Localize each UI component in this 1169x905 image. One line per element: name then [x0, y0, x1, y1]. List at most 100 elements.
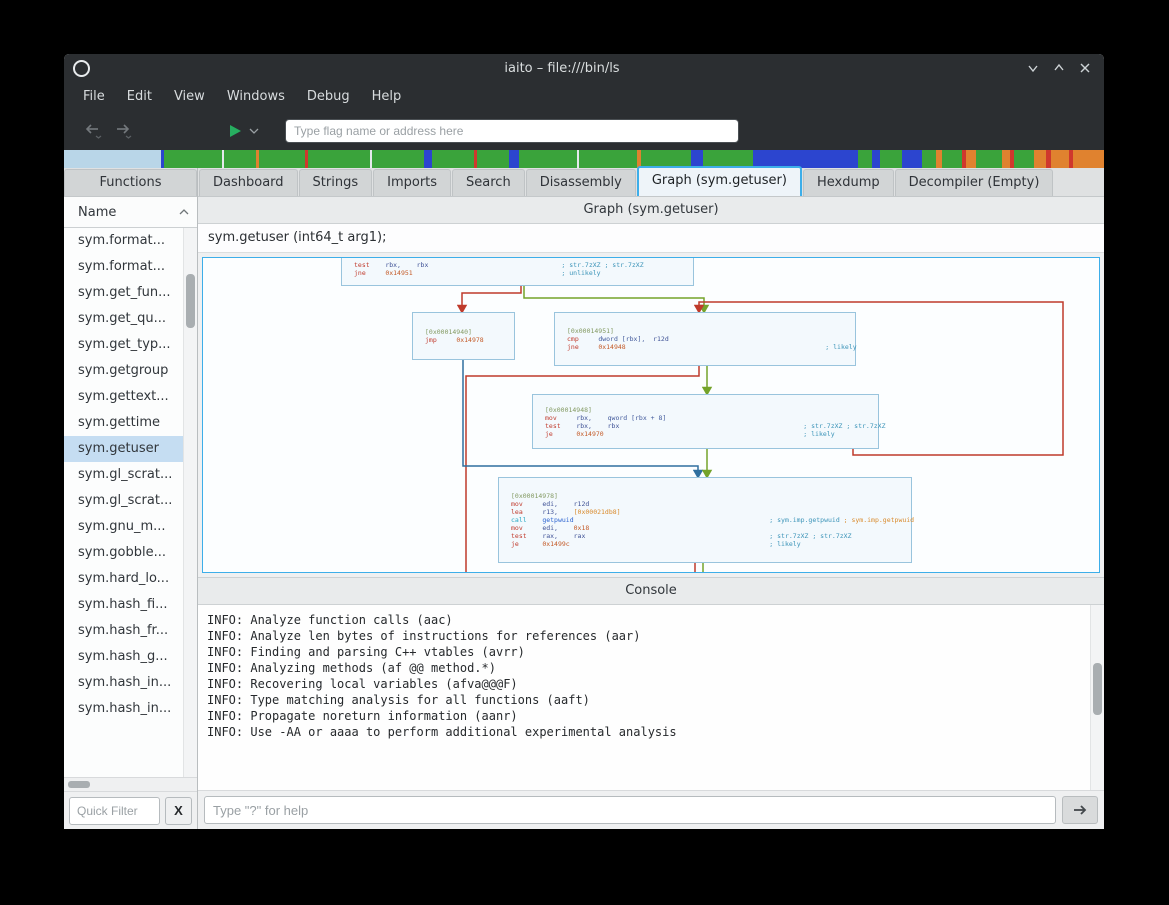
disasm-line: test rax, rax ; str.7zXZ ; str.7zXZ	[511, 532, 899, 540]
window-controls	[1026, 61, 1092, 75]
function-list-item[interactable]: sym.hash_fr...	[64, 618, 184, 644]
function-list-item[interactable]: sym.get_typ...	[64, 332, 184, 358]
seek-segment	[1014, 150, 1034, 168]
seek-segment	[164, 150, 222, 168]
seek-segment	[308, 150, 370, 168]
tab-hexdump[interactable]: Hexdump	[803, 169, 894, 196]
app-icon	[73, 60, 90, 77]
seek-segment	[1073, 150, 1104, 168]
disasm-line: mov rbx, qword [rbx + 8]	[545, 414, 866, 422]
tab-dashboard[interactable]: Dashboard	[199, 169, 298, 196]
tab-functions[interactable]: Functions	[64, 169, 197, 196]
function-list-item[interactable]: sym.gettime	[64, 410, 184, 436]
functions-name-header[interactable]: Name	[64, 197, 197, 228]
console-line: INFO: Use -AA or aaaa to perform additio…	[207, 724, 1084, 740]
console-submit-button[interactable]	[1062, 796, 1098, 824]
functions-hscrollbar-thumb[interactable]	[68, 781, 90, 788]
seek-bar[interactable]	[64, 150, 1104, 168]
function-list-item[interactable]: sym.hash_g...	[64, 644, 184, 670]
block-address: [0x00014951]	[567, 327, 614, 335]
clear-filter-button[interactable]: X	[165, 797, 192, 825]
console-input-row	[198, 791, 1104, 829]
disasm-line: test rbx, rbx ; str.7zXZ ; str.7zXZ	[545, 422, 866, 430]
minimize-button[interactable]	[1026, 61, 1040, 75]
function-list: sym.format...sym.format...sym.get_fun...…	[64, 228, 197, 777]
seek-segment	[1034, 150, 1046, 168]
debug-dropdown-chevron-icon[interactable]	[249, 127, 259, 135]
graph-block-1[interactable]: [0x00014940]jmp 0x14978	[412, 312, 515, 360]
seek-segment	[880, 150, 902, 168]
console-line: INFO: Type matching analysis for all fun…	[207, 692, 1084, 708]
back-button[interactable]	[80, 119, 106, 143]
console-scrollbar-thumb[interactable]	[1093, 663, 1102, 715]
window-title: iaito – file:///bin/ls	[98, 61, 1026, 76]
maximize-button[interactable]	[1052, 61, 1066, 75]
function-list-item[interactable]: sym.hash_in...	[64, 696, 184, 722]
menu-view[interactable]: View	[163, 82, 216, 112]
seek-segment	[976, 150, 1002, 168]
tab-imports[interactable]: Imports	[373, 169, 451, 196]
disasm-line: cmp dword [rbx], r12d	[567, 335, 843, 343]
seek-segment	[519, 150, 577, 168]
seek-segment	[424, 150, 432, 168]
function-list-item[interactable]: sym.hash_in...	[64, 670, 184, 696]
tab-decompiler-empty[interactable]: Decompiler (Empty)	[895, 169, 1054, 196]
console-line: INFO: Finding and parsing C++ vtables (a…	[207, 644, 1084, 660]
close-button[interactable]	[1078, 61, 1092, 75]
console-panel-header: Console	[198, 577, 1104, 605]
menu-edit[interactable]: Edit	[116, 82, 163, 112]
continue-button[interactable]	[228, 123, 243, 139]
function-list-item[interactable]: sym.get_fun...	[64, 280, 184, 306]
menu-file[interactable]: File	[72, 82, 116, 112]
function-list-item[interactable]: sym.format...	[64, 228, 184, 254]
main-tabbar: DashboardStringsImportsSearchDisassembly…	[198, 168, 1104, 197]
seek-segment	[224, 150, 256, 168]
function-list-item[interactable]: sym.hard_lo...	[64, 566, 184, 592]
graph-block-2[interactable]: [0x00014951]cmp dword [rbx], r12djne 0x1…	[554, 312, 856, 366]
seek-segment	[1051, 150, 1069, 168]
tab-strings[interactable]: Strings	[299, 169, 373, 196]
forward-button[interactable]	[110, 119, 136, 143]
seek-segment	[902, 150, 922, 168]
seek-segment	[477, 150, 509, 168]
functions-hscrollbar	[64, 777, 197, 791]
function-list-item[interactable]: sym.gl_scrat...	[64, 462, 184, 488]
function-list-item[interactable]: sym.gl_scrat...	[64, 488, 184, 514]
console-line: INFO: Analyze function calls (aac)	[207, 612, 1084, 628]
menu-debug[interactable]: Debug	[296, 82, 361, 112]
content-panel: DashboardStringsImportsSearchDisassembly…	[198, 168, 1104, 829]
disasm-line: test rbx, rbx ; str.7zXZ ; str.7zXZ	[354, 261, 681, 269]
menu-windows[interactable]: Windows	[216, 82, 296, 112]
seek-input[interactable]	[285, 119, 739, 143]
function-list-item[interactable]: sym.get_qu...	[64, 306, 184, 332]
functions-scrollbar-thumb[interactable]	[186, 274, 195, 328]
function-list-item[interactable]: sym.getuser	[64, 436, 184, 462]
disasm-line: jmp 0x14978	[425, 336, 502, 344]
title-bar[interactable]: iaito – file:///bin/ls	[64, 54, 1104, 82]
menu-help[interactable]: Help	[361, 82, 413, 112]
function-list-item[interactable]: sym.gobble...	[64, 540, 184, 566]
graph-block-0[interactable]: test rbx, rbx ; str.7zXZ ; str.7zXZjne 0…	[341, 257, 694, 286]
graph-canvas[interactable]: test rbx, rbx ; str.7zXZ ; str.7zXZjne 0…	[202, 257, 1100, 573]
function-list-item[interactable]: sym.format...	[64, 254, 184, 280]
function-list-item[interactable]: sym.hash_fi...	[64, 592, 184, 618]
function-list-item[interactable]: sym.getgroup	[64, 358, 184, 384]
tab-graph-sym-getuser[interactable]: Graph (sym.getuser)	[637, 166, 802, 196]
graph-block-3[interactable]: [0x00014948]mov rbx, qword [rbx + 8]test…	[532, 394, 879, 449]
disasm-line: je 0x14970 ; likely	[545, 430, 866, 438]
console-command-input[interactable]	[204, 796, 1056, 824]
function-list-item[interactable]: sym.gnu_m...	[64, 514, 184, 540]
quick-filter-input[interactable]	[69, 797, 160, 825]
tab-search[interactable]: Search	[452, 169, 525, 196]
functions-scrollbar	[183, 228, 197, 777]
disasm-line: jne 0x14951 ; unlikely	[354, 269, 681, 277]
disasm-line: jne 0x14948 ; likely	[567, 343, 843, 351]
function-list-item[interactable]: sym.gettext...	[64, 384, 184, 410]
tool-bar	[64, 112, 1104, 150]
console-lines: INFO: Analyze function calls (aac) INFO: …	[207, 612, 1084, 740]
app-window: iaito – file:///bin/ls FileEditViewWindo…	[64, 54, 1104, 829]
tab-disassembly[interactable]: Disassembly	[526, 169, 636, 196]
graph-block-4[interactable]: [0x00014978]mov edi, r12dlea r13, [0x000…	[498, 477, 912, 563]
seek-segment	[509, 150, 519, 168]
quick-filter-row: X	[64, 791, 197, 829]
